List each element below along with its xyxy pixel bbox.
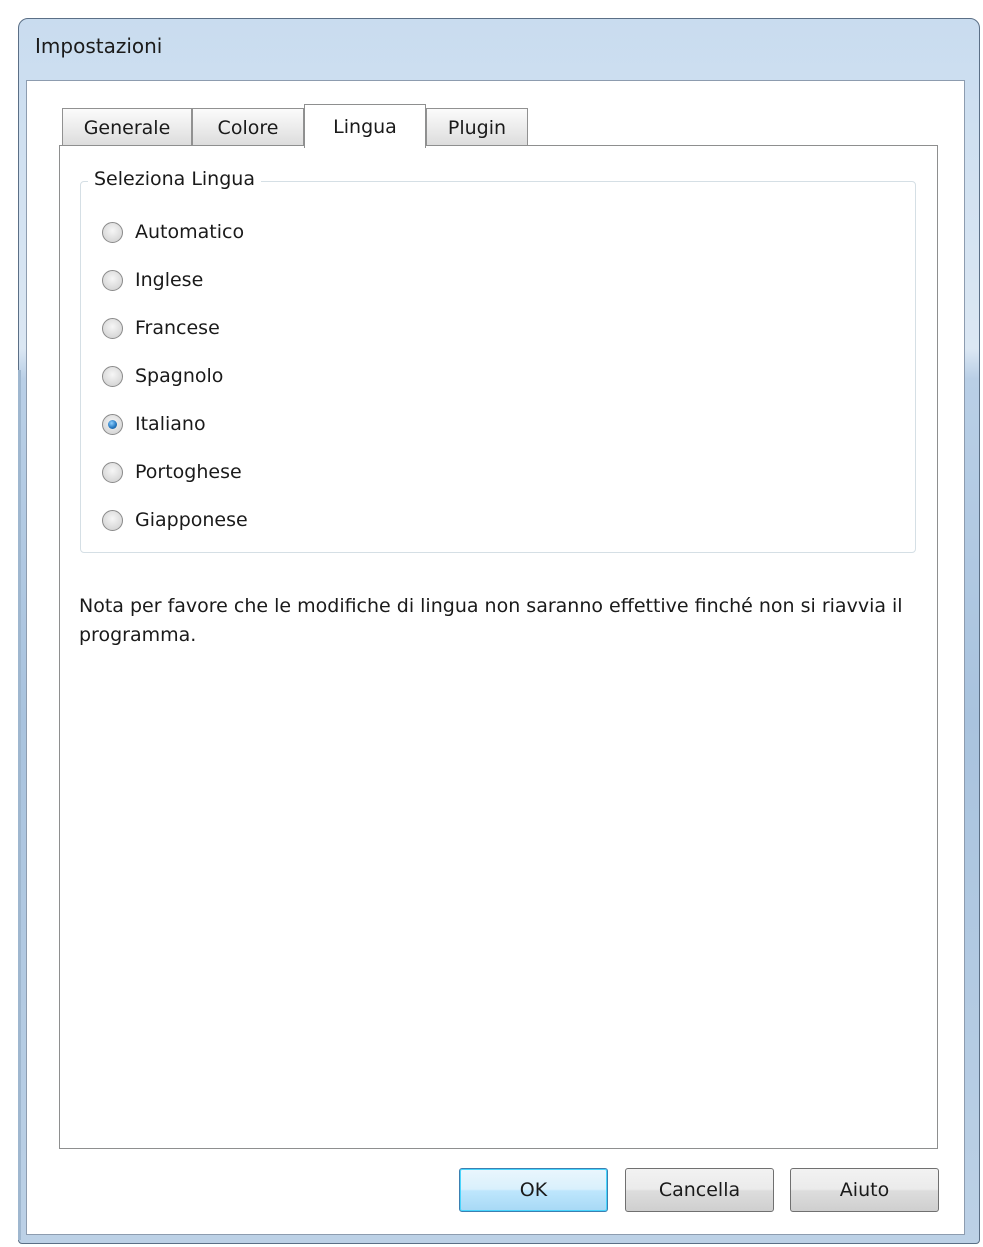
radio-button[interactable] — [102, 221, 123, 243]
radio-button[interactable] — [102, 461, 123, 483]
restart-note: Nota per favore che le modifiche di ling… — [79, 595, 903, 646]
radio-option-spagnolo[interactable]: Spagnolo — [102, 362, 223, 390]
radio-button[interactable] — [102, 317, 123, 339]
settings-window: Impostazioni Generale Colore Lingua Plug… — [0, 0, 983, 1247]
radio-option-francese[interactable]: Francese — [102, 314, 220, 342]
radio-option-italiano[interactable]: Italiano — [102, 410, 206, 438]
radio-button[interactable] — [102, 509, 123, 531]
window-title: Impostazioni — [35, 34, 163, 58]
radio-label: Automatico — [135, 221, 245, 243]
tab-colore[interactable]: Colore — [192, 108, 304, 146]
radio-button[interactable] — [102, 365, 123, 387]
radio-option-portoghese[interactable]: Portoghese — [102, 458, 242, 486]
tab-lingua[interactable]: Lingua — [304, 104, 426, 148]
ok-button[interactable]: OK — [459, 1168, 608, 1212]
radio-label: Francese — [135, 317, 220, 339]
radio-option-automatico[interactable]: Automatico — [102, 218, 244, 246]
tab-plugin[interactable]: Plugin — [426, 108, 528, 146]
radio-label: Italiano — [135, 413, 206, 435]
cancel-button[interactable]: Cancella — [625, 1168, 774, 1212]
radio-label: Spagnolo — [135, 365, 224, 387]
help-button[interactable]: Aiuto — [790, 1168, 939, 1212]
tab-generale[interactable]: Generale — [62, 108, 192, 146]
radio-button[interactable] — [102, 269, 123, 291]
language-group-legend: Seleziona Lingua — [88, 168, 261, 190]
radio-option-giapponese[interactable]: Giapponese — [102, 506, 248, 534]
radio-label: Giapponese — [135, 509, 248, 531]
radio-button[interactable] — [102, 413, 123, 435]
radio-label: Inglese — [135, 269, 204, 291]
window-frame-shade — [18, 370, 21, 1240]
radio-option-inglese[interactable]: Inglese — [102, 266, 203, 294]
radio-label: Portoghese — [135, 461, 242, 483]
